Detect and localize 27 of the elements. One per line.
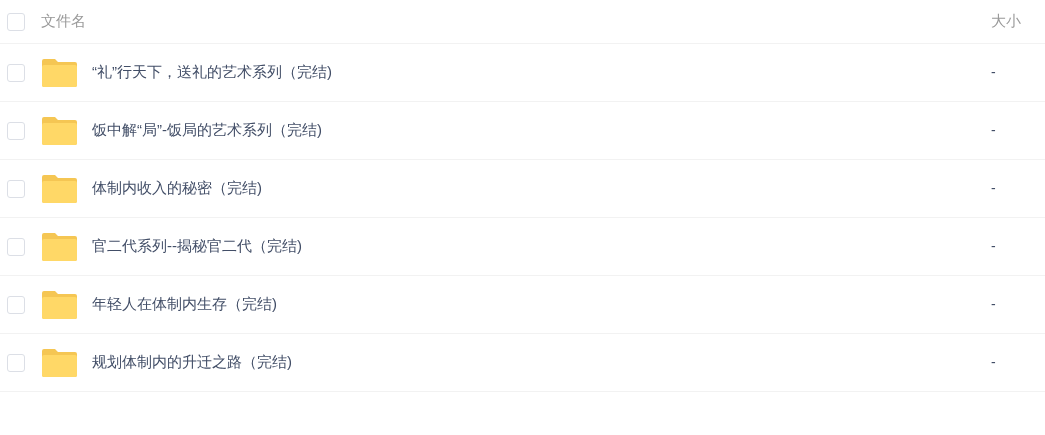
file-size: -	[991, 237, 997, 256]
checkbox[interactable]	[7, 179, 25, 198]
folder-name[interactable]: 饭中解“局”-饭局的艺术系列（完结)	[92, 119, 322, 142]
checkbox[interactable]	[7, 237, 25, 256]
checkbox[interactable]	[7, 121, 25, 140]
checkbox[interactable]	[7, 295, 25, 314]
folder-icon	[42, 174, 77, 203]
column-header: 大小	[991, 11, 1022, 32]
checkbox[interactable]	[7, 63, 25, 82]
folder-name[interactable]: “礼”行天下，送礼的艺术系列（完结)	[92, 61, 332, 84]
file-size: -	[991, 179, 997, 198]
folder-icon	[42, 232, 77, 261]
folder-icon	[42, 348, 77, 377]
file-size: -	[991, 353, 997, 372]
folder-name[interactable]: 年轻人在体制内生存（完结)	[92, 293, 277, 316]
folder-icon	[42, 290, 77, 319]
checkbox[interactable]	[7, 353, 25, 372]
folder-icon	[42, 116, 77, 145]
folder-icon	[42, 58, 77, 87]
file-size: -	[991, 63, 997, 82]
checkbox[interactable]	[7, 12, 25, 31]
folder-name[interactable]: 体制内收入的秘密（完结)	[92, 177, 262, 200]
folder-name[interactable]: 规划体制内的升迁之路（完结)	[92, 351, 292, 374]
column-header: 文件名	[41, 11, 86, 32]
folder-name[interactable]: 官二代系列--揭秘官二代（完结)	[92, 235, 302, 258]
file-size: -	[991, 121, 997, 140]
file-size: -	[991, 295, 997, 314]
